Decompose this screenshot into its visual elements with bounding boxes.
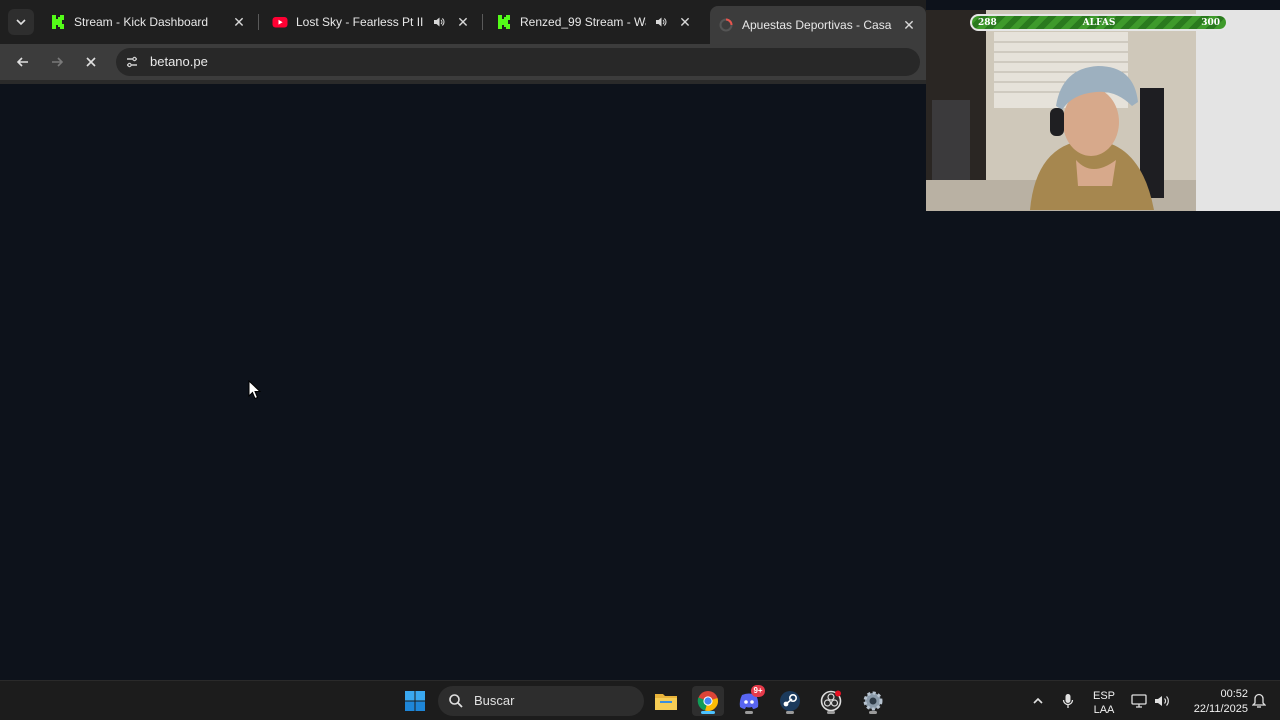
notification-icon bbox=[1252, 693, 1266, 708]
taskbar-chrome[interactable] bbox=[692, 686, 724, 716]
tab-title: Apuestas Deportivas - Casa de bbox=[742, 18, 894, 32]
back-button[interactable] bbox=[10, 49, 36, 75]
tab-kick-dashboard[interactable]: Stream - Kick Dashboard ✕ bbox=[42, 7, 256, 37]
close-icon bbox=[86, 57, 96, 67]
address-bar[interactable]: betano.pe bbox=[116, 48, 920, 76]
close-icon[interactable]: ✕ bbox=[454, 13, 472, 31]
speaker-icon bbox=[1155, 696, 1169, 706]
taskbar-settings[interactable] bbox=[857, 686, 889, 716]
stop-loading-button[interactable] bbox=[78, 49, 104, 75]
taskbar-steam[interactable] bbox=[774, 686, 806, 716]
running-indicator bbox=[786, 711, 794, 714]
tab-divider bbox=[482, 14, 483, 30]
tab-title: Lost Sky - Fearless Pt II (Fea bbox=[296, 15, 424, 29]
network-icon bbox=[1131, 694, 1147, 708]
browser-toolbar: betano.pe bbox=[0, 44, 926, 80]
close-icon[interactable]: ✕ bbox=[230, 13, 248, 31]
keyboard-layout-code: LAA bbox=[1093, 704, 1115, 716]
browser-tab-bar: Stream - Kick Dashboard ✕ Lost Sky - Fea… bbox=[0, 0, 926, 44]
streamer-webcam-image bbox=[926, 10, 1280, 211]
show-hidden-icons-button[interactable] bbox=[1024, 686, 1052, 716]
arrow-left-icon bbox=[16, 57, 28, 67]
steam-icon bbox=[780, 691, 800, 711]
taskbar-search-box[interactable]: Buscar bbox=[438, 686, 644, 716]
file-explorer-icon bbox=[655, 694, 677, 710]
start-button[interactable] bbox=[399, 686, 431, 716]
volume-tray-button[interactable] bbox=[1148, 686, 1176, 716]
microphone-icon bbox=[1062, 694, 1074, 708]
goal-label: ALFAS bbox=[1082, 18, 1116, 28]
notification-center-button[interactable] bbox=[1246, 686, 1272, 716]
chevron-down-icon bbox=[16, 19, 26, 26]
alfas-goal-progress-bar: 288 ALFAS 300 bbox=[970, 14, 1228, 31]
clock[interactable]: 00:52 22/11/2025 bbox=[1180, 687, 1248, 717]
windows-start-icon bbox=[405, 691, 425, 711]
language-code: ESP bbox=[1092, 690, 1115, 702]
close-icon[interactable]: ✕ bbox=[676, 13, 694, 31]
arrow-right-icon bbox=[52, 57, 64, 67]
running-indicator bbox=[827, 711, 835, 714]
kick-icon bbox=[498, 15, 510, 29]
chevron-up-icon bbox=[1033, 697, 1043, 704]
tab-apuestas-deportivas[interactable]: Apuestas Deportivas - Casa de ✕ bbox=[710, 6, 926, 44]
webcam-overlay bbox=[926, 10, 1280, 211]
tab-kick-renzed[interactable]: Renzed_99 Stream - Watch ✕ bbox=[488, 7, 702, 37]
mouse-cursor-icon bbox=[248, 380, 262, 400]
taskbar-discord[interactable]: 9+ bbox=[733, 685, 765, 716]
tab-youtube-lost-sky[interactable]: Lost Sky - Fearless Pt II (Fea ✕ bbox=[264, 7, 480, 37]
tab-title: Stream - Kick Dashboard bbox=[74, 15, 209, 29]
windows-taskbar: Buscar 9+ ESP LAA 00:52 22/11/2025 bbox=[0, 680, 1280, 720]
running-indicator bbox=[701, 711, 715, 714]
goal-target-count: 300 bbox=[1201, 18, 1220, 28]
search-icon bbox=[449, 694, 463, 708]
forward-button[interactable] bbox=[44, 49, 70, 75]
url-text[interactable]: betano.pe bbox=[150, 54, 208, 69]
obs-icon bbox=[820, 690, 842, 712]
close-icon[interactable]: ✕ bbox=[900, 16, 918, 34]
chrome-icon bbox=[697, 691, 718, 711]
running-indicator bbox=[745, 711, 753, 714]
youtube-icon bbox=[272, 17, 288, 28]
running-indicator bbox=[869, 711, 877, 714]
taskbar-file-explorer[interactable] bbox=[650, 686, 682, 716]
input-language-indicator[interactable]: ESP LAA bbox=[1092, 689, 1116, 717]
notification-badge: 9+ bbox=[751, 685, 765, 697]
settings-icon bbox=[863, 691, 883, 711]
speaker-icon[interactable] bbox=[652, 13, 670, 31]
clock-time: 00:52 bbox=[1220, 688, 1248, 700]
page-content-loading[interactable] bbox=[0, 84, 926, 678]
taskbar-obs[interactable] bbox=[815, 686, 847, 716]
microphone-tray-button[interactable] bbox=[1054, 686, 1082, 716]
site-info-icon[interactable] bbox=[122, 52, 142, 72]
tab-search-button[interactable] bbox=[8, 9, 34, 35]
loading-spinner-icon bbox=[719, 18, 733, 32]
tab-divider bbox=[258, 14, 259, 30]
speaker-icon[interactable] bbox=[430, 13, 448, 31]
kick-icon bbox=[52, 15, 64, 29]
search-placeholder: Buscar bbox=[474, 693, 515, 708]
desktop-screen: Stream - Kick Dashboard ✕ Lost Sky - Fea… bbox=[0, 0, 1280, 720]
tab-title: Renzed_99 Stream - Watch bbox=[520, 15, 646, 29]
clock-date: 22/11/2025 bbox=[1193, 703, 1248, 715]
